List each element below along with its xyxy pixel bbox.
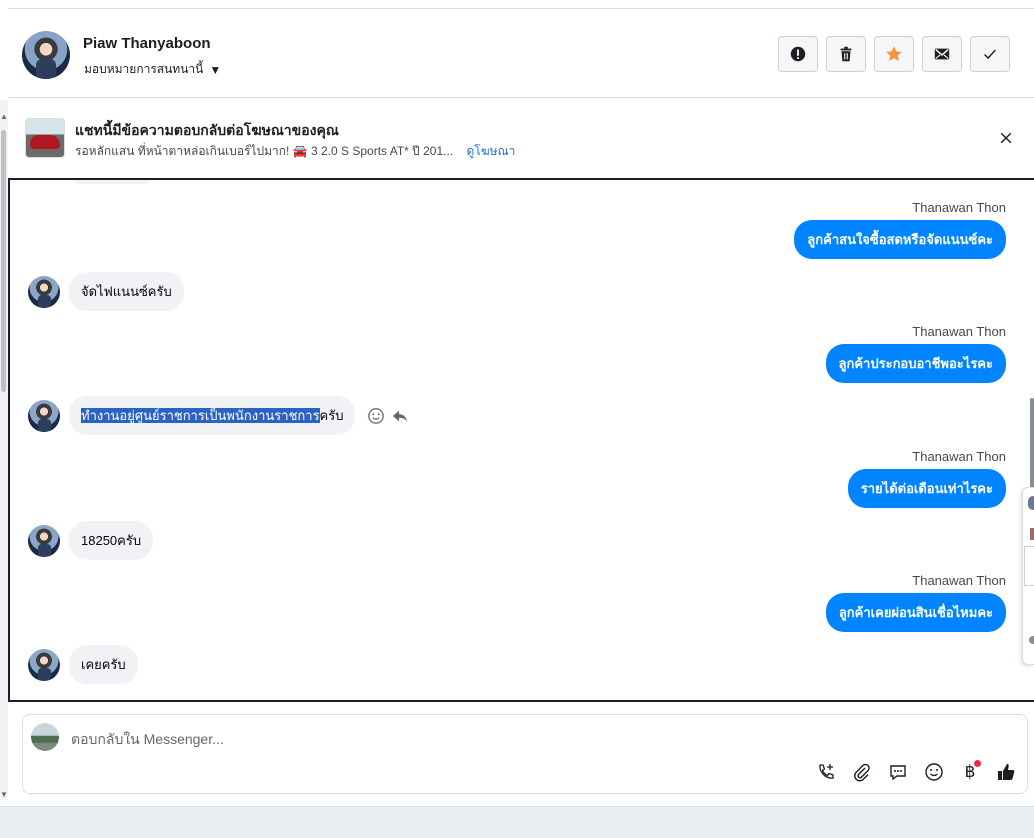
reply-composer: ตอบกลับใน Messenger... ฿ <box>22 714 1028 794</box>
star-button[interactable] <box>874 36 914 72</box>
star-icon <box>886 46 902 62</box>
bottom-bar <box>0 806 1034 838</box>
header-actions <box>778 36 1010 72</box>
side-panel-peek[interactable] <box>1022 487 1034 665</box>
saved-replies-button[interactable] <box>887 761 909 783</box>
left-scrollbar[interactable]: ▲ ▼ <box>0 100 8 800</box>
scroll-down-icon[interactable]: ▼ <box>0 790 8 799</box>
message-bubble[interactable]: ลูกค้าสนใจซื้อสดหรือจัดแนนซ์คะ <box>794 220 1006 259</box>
incoming-message: จัดไฟแนนซ์ครับ <box>28 272 184 311</box>
message-bubble[interactable]: จัดไฟแนนซ์ครับ <box>69 272 184 311</box>
trash-icon <box>840 46 852 62</box>
message-thread[interactable]: Thanawan Thon ลูกค้าสนใจซื้อสดหรือจัดแนน… <box>8 178 1034 702</box>
ad-subtitle-text: รอหลักแสน ที่หน้าตาหล่อเกินเบอร์ไปมาก! 🚘… <box>75 144 454 158</box>
previous-message-stub <box>72 180 152 184</box>
chat-bubble-icon <box>890 765 906 781</box>
outgoing-message: Thanawan Thon ลูกค้าประกอบอาชีพอะไรคะ <box>825 324 1006 383</box>
messenger-inbox-window: ▲ ▼ Piaw Thanyaboon มอบหมายการสนทนานี้ ▼ <box>0 0 1034 838</box>
call-button[interactable] <box>815 761 837 783</box>
assign-label: มอบหมายการสนทนานี้ <box>84 62 204 76</box>
message-bubble[interactable]: เคยครับ <box>69 645 138 684</box>
message-bubble[interactable]: ลูกค้าเคยผ่อนสินเชื่อไหมคะ <box>825 593 1006 632</box>
close-icon <box>1000 132 1012 144</box>
outgoing-message: Thanawan Thon ลูกค้าเคยผ่อนสินเชื่อไหมคะ <box>825 573 1006 632</box>
caret-down-icon: ▼ <box>209 62 222 77</box>
contact-avatar-small[interactable] <box>28 399 60 432</box>
scrollbar-thumb[interactable] <box>1 130 6 392</box>
panel-box <box>1024 546 1034 586</box>
assign-conversation-dropdown[interactable]: มอบหมายการสนทนานี้ ▼ <box>84 60 221 79</box>
message-bubble[interactable]: ทำงานอยู่ศูนย์ราชการเป็นพนักงานราชการครั… <box>69 396 356 435</box>
payment-button[interactable]: ฿ <box>959 760 981 783</box>
message-bubble[interactable]: 18250ครับ <box>69 521 154 560</box>
indicator-icon <box>1029 636 1034 644</box>
composer-tools: ฿ <box>815 760 1017 783</box>
like-button[interactable] <box>995 761 1017 783</box>
message-bubble[interactable]: ลูกค้าประกอบอาชีพอะไรคะ <box>825 344 1006 383</box>
contact-avatar-small[interactable] <box>28 275 60 308</box>
incoming-message: 18250ครับ <box>28 521 154 560</box>
reply-input[interactable]: ตอบกลับใน Messenger... <box>71 729 224 751</box>
ad-subtitle: รอหลักแสน ที่หน้าตาหล่อเกินเบอร์ไปมาก! 🚘… <box>75 142 515 161</box>
incoming-message: ทำงานอยู่ศูนย์ราชการเป็นพนักงานราชการครั… <box>28 396 409 435</box>
close-ad-bar-button[interactable] <box>996 128 1016 148</box>
view-ad-link[interactable]: ดูโฆษณา <box>466 144 515 158</box>
page-avatar <box>31 723 59 751</box>
conversation-header: Piaw Thanyaboon มอบหมายการสนทนานี้ ▼ <box>8 8 1034 98</box>
selected-text: ทำงานอยู่ศูนย์ราชการเป็นพนักงานราชการ <box>81 408 320 423</box>
scrollbar-thumb[interactable] <box>1030 398 1034 498</box>
paperclip-icon <box>854 763 870 782</box>
ad-context-bar: แชทนี้มีข้อความตอบกลับต่อโฆษณาของคุณ รอห… <box>8 100 1034 178</box>
message-text: ครับ <box>319 408 344 423</box>
ad-title: แชทนี้มีข้อความตอบกลับต่อโฆษณาของคุณ <box>75 122 339 138</box>
sender-name: Thanawan Thon <box>912 573 1006 588</box>
sender-name: Thanawan Thon <box>912 200 1006 215</box>
thumbnail <box>1028 496 1034 510</box>
notification-dot <box>974 760 981 767</box>
mark-unread-button[interactable] <box>922 36 962 72</box>
mail-icon <box>934 48 950 60</box>
contact-avatar-small[interactable] <box>28 524 60 557</box>
phone-plus-icon <box>819 764 834 779</box>
smile-icon <box>925 763 943 781</box>
alert-icon <box>790 46 806 62</box>
done-button[interactable] <box>970 36 1010 72</box>
reply-icon[interactable] <box>391 407 409 425</box>
spam-button[interactable] <box>778 36 818 72</box>
message-bubble[interactable]: รายได้ต่อเดือนเท่าไรคะ <box>847 469 1006 508</box>
contact-avatar-small[interactable] <box>28 648 60 681</box>
scroll-up-icon[interactable]: ▲ <box>0 112 8 121</box>
contact-name[interactable]: Piaw Thanyaboon <box>83 35 211 52</box>
thumbs-up-icon <box>998 764 1015 780</box>
check-icon <box>984 49 996 60</box>
contact-avatar[interactable] <box>22 31 70 79</box>
react-emoji-icon[interactable] <box>367 407 385 425</box>
sender-name: Thanawan Thon <box>912 449 1006 464</box>
message-actions <box>367 407 409 425</box>
attach-button[interactable] <box>851 761 873 783</box>
outgoing-message: Thanawan Thon รายได้ต่อเดือนเท่าไรคะ <box>847 449 1006 508</box>
delete-button[interactable] <box>826 36 866 72</box>
ad-thumbnail[interactable] <box>25 118 65 158</box>
emoji-button[interactable] <box>923 761 945 783</box>
incoming-message: เคยครับ <box>28 645 138 684</box>
outgoing-message: Thanawan Thon ลูกค้าสนใจซื้อสดหรือจัดแนน… <box>794 200 1006 259</box>
sender-name: Thanawan Thon <box>912 324 1006 339</box>
thumbnail <box>1030 528 1034 540</box>
